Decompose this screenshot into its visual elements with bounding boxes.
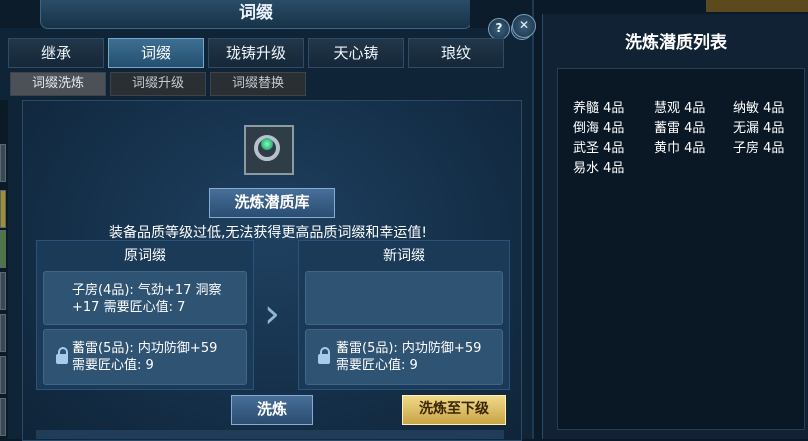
list-item: 子房 4品 [733, 141, 785, 156]
bottom-bar [36, 430, 504, 439]
wash-to-next-level-button[interactable]: 洗炼至下级 [402, 395, 506, 425]
potential-library-button[interactable]: 洗炼潜质库 [209, 188, 335, 218]
wash-button[interactable]: 洗炼 [231, 395, 313, 425]
strip-item[interactable] [0, 230, 6, 268]
list-item: 黄巾 4品 [654, 141, 706, 156]
tab-affix[interactable]: 词缀 [108, 38, 204, 68]
affix-text: 需要匠心值: 9 [72, 358, 154, 373]
affix-text: 需要匠心值: 9 [336, 358, 418, 373]
list-item: 无漏 4品 [733, 121, 785, 136]
original-affix-title: 原词缀 [124, 248, 166, 264]
warning-text: 装备品质等级过低,无法获得更高品质词缀和幸运值! [108, 225, 428, 241]
affix-entry-empty[interactable] [305, 271, 503, 325]
potential-list: 养髓 4品 慧观 4品 纳敏 4品 倒海 4品 蓄雷 4品 无漏 4品 武圣 4… [557, 68, 805, 430]
panel-title: 洗炼潜质列表 [625, 33, 727, 53]
affix-entry[interactable]: 子房(4品): 气劲+17 洞察 +17 需要匠心值: 7 [43, 271, 247, 325]
tab-inherit[interactable]: 继承 [8, 38, 104, 68]
original-affix-panel: 原词缀 子房(4品): 气劲+17 洞察 +17 需要匠心值: 7 蓄雷(5品)… [36, 240, 254, 390]
strip-item[interactable] [0, 144, 6, 182]
subtab-affix-wash[interactable]: 词缀洗炼 [10, 72, 106, 96]
new-affix-title: 新词缀 [383, 248, 425, 264]
list-item: 养髓 4品 [573, 101, 625, 116]
top-right-decoration [706, 0, 808, 12]
list-item: 易水 4品 [573, 161, 625, 176]
strip-item[interactable] [0, 272, 6, 310]
lock-icon[interactable] [56, 347, 68, 364]
list-item: 慧观 4品 [654, 101, 706, 116]
affix-text: +17 需要匠心值: 7 [72, 300, 186, 315]
new-affix-panel: 新词缀 蓄雷(5品): 内功防御+59 需要匠心值: 9 [298, 240, 510, 390]
affix-window: 词缀 ? ✕ 继承 词缀 珑铸升级 天心铸 琅纹 词缀洗炼 词缀升级 词缀替换 … [0, 0, 534, 441]
subtab-affix-upgrade[interactable]: 词缀升级 [110, 72, 206, 96]
left-strip [0, 100, 8, 439]
list-item: 倒海 4品 [573, 121, 625, 136]
affix-entry-locked[interactable]: 蓄雷(5品): 内功防御+59 需要匠心值: 9 [305, 329, 503, 385]
equipment-slot[interactable] [244, 125, 294, 175]
title-ornament-left [0, 0, 42, 28]
tab-pattern[interactable]: 琅纹 [408, 38, 504, 68]
potential-list-panel: 洗炼潜质列表 养髓 4品 慧观 4品 纳敏 4品 倒海 4品 蓄雷 4品 无漏 … [542, 14, 808, 439]
tab-bar: 继承 词缀 珑铸升级 天心铸 琅纹 [0, 38, 532, 68]
gem-icon [261, 138, 273, 150]
list-item: 蓄雷 4品 [654, 121, 706, 136]
affix-entry-locked[interactable]: 蓄雷(5品): 内功防御+59 需要匠心值: 9 [43, 329, 247, 385]
strip-item[interactable] [0, 398, 6, 436]
help-button[interactable]: ? [488, 18, 510, 40]
lock-icon[interactable] [318, 347, 330, 364]
subtab-affix-replace[interactable]: 词缀替换 [210, 72, 306, 96]
window-title: 词缀 [40, 0, 472, 29]
list-item: 纳敏 4品 [733, 101, 785, 116]
strip-item[interactable] [0, 314, 6, 352]
right-panel-close-button[interactable]: ✕ [512, 14, 536, 38]
strip-item[interactable] [0, 356, 6, 394]
tab-casting-upgrade[interactable]: 珑铸升级 [208, 38, 304, 68]
affix-text: 蓄雷(5品): 内功防御+59 [336, 341, 482, 356]
arrow-right-icon: › [264, 291, 280, 337]
affix-text: 蓄雷(5品): 内功防御+59 [72, 341, 218, 356]
tab-heart-cast[interactable]: 天心铸 [308, 38, 404, 68]
strip-item[interactable] [0, 190, 6, 228]
list-item: 武圣 4品 [573, 141, 625, 156]
affix-text: 子房(4品): 气劲+17 洞察 [72, 283, 222, 298]
